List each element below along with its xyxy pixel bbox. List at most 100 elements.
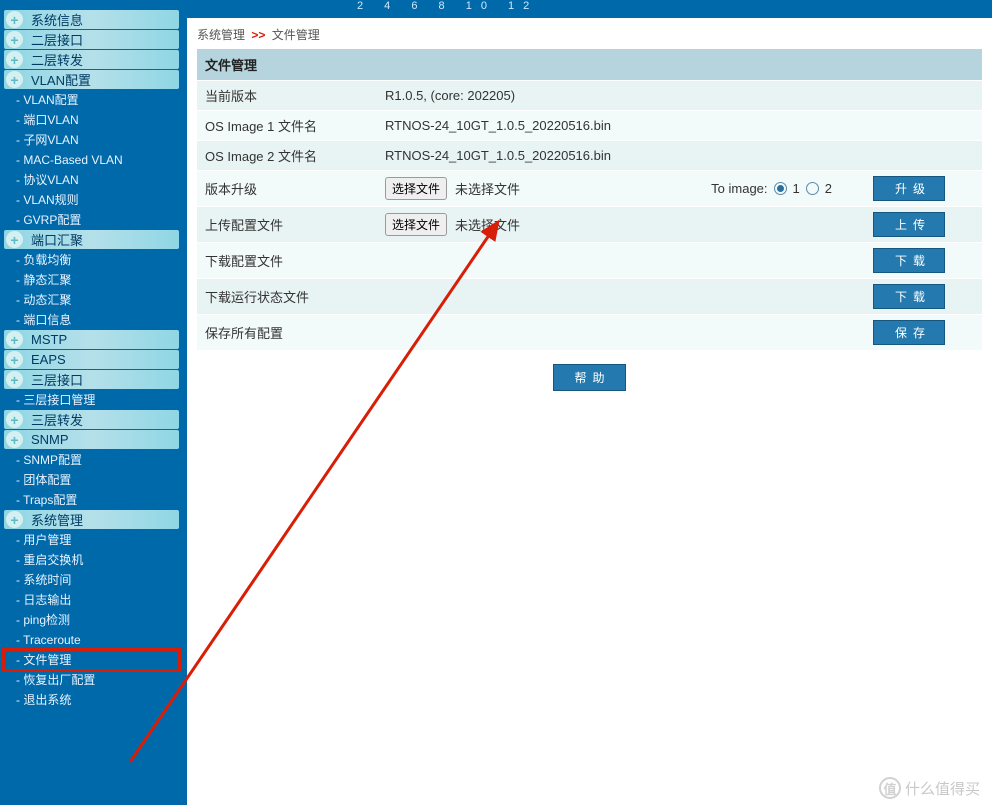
row-dl-cfg: 下载配置文件 下载 xyxy=(197,242,982,278)
nav-label: VLAN配置 xyxy=(31,70,91,89)
plus-icon: + xyxy=(6,431,23,448)
nav-label: 系统管理 xyxy=(31,510,83,529)
nav-sub-vlan-5[interactable]: - VLAN规则 xyxy=(4,190,179,210)
nav-label: 系统信息 xyxy=(31,10,83,29)
label-upload: 上传配置文件 xyxy=(205,215,385,234)
panel-title: 文件管理 xyxy=(197,49,982,80)
file-mgmt-panel: 文件管理 当前版本 R1.0.5, (core: 202205) OS Imag… xyxy=(197,49,982,350)
nav-sub-sys-5[interactable]: - Traceroute xyxy=(4,630,179,650)
row-upgrade: 版本升级 选择文件 未选择文件 To image: 1 2 升级 xyxy=(197,170,982,206)
nav-label: MSTP xyxy=(31,332,67,347)
value-current-version: R1.0.5, (core: 202205) xyxy=(385,88,844,103)
nav-header-l2if[interactable]: +二层接口 xyxy=(4,30,179,49)
nav-sub-snmp-0[interactable]: - SNMP配置 xyxy=(4,450,179,470)
download-run-button[interactable]: 下载 xyxy=(873,284,945,309)
label-os2: OS Image 2 文件名 xyxy=(205,146,385,165)
nav-label: 三层转发 xyxy=(31,410,83,429)
nav-label: 端口汇聚 xyxy=(31,230,83,249)
radio-image-2[interactable] xyxy=(806,182,819,195)
nav-sub-vlan-1[interactable]: - 端口VLAN xyxy=(4,110,179,130)
watermark: 值 什么值得买 xyxy=(879,777,980,799)
nav-header-l2fw[interactable]: + 二层转发 xyxy=(4,50,179,69)
nav-sub-snmp-1[interactable]: - 团体配置 xyxy=(4,470,179,490)
breadcrumb-current: 文件管理 xyxy=(272,28,320,42)
help-row: 帮助 xyxy=(187,364,992,391)
nav-sub-sys-8[interactable]: - 退出系统 xyxy=(4,690,179,710)
breadcrumb: 系统管理 >> 文件管理 xyxy=(187,18,992,49)
nav-label: 二层转发 xyxy=(31,50,83,69)
upgrade-button[interactable]: 升级 xyxy=(873,176,945,201)
nav-header-link[interactable]: + 端口汇聚 xyxy=(4,230,179,249)
nav-sub-vlan-3[interactable]: - MAC-Based VLAN xyxy=(4,150,179,170)
nav-header-l3fw[interactable]: + 三层转发 xyxy=(4,410,179,429)
nav-header-snmp[interactable]: + SNMP xyxy=(4,430,179,449)
label-os1: OS Image 1 文件名 xyxy=(205,116,385,135)
plus-icon: + xyxy=(6,371,23,388)
port-ruler: 2 4 6 8 10 12 xyxy=(187,0,992,18)
help-button[interactable]: 帮助 xyxy=(553,364,625,391)
no-file-upload: 未选择文件 xyxy=(455,215,520,234)
nav-sub-link-3[interactable]: - 端口信息 xyxy=(4,310,179,330)
plus-icon: + xyxy=(6,71,23,88)
choose-file-button-upload[interactable]: 选择文件 xyxy=(385,213,447,236)
nav-header-eaps[interactable]: + EAPS xyxy=(4,350,179,369)
nav-sub-vlan-4[interactable]: - 协议VLAN xyxy=(4,170,179,190)
nav-sub-sys-7[interactable]: - 恢复出厂配置 xyxy=(4,670,179,690)
nav-label: EAPS xyxy=(31,352,66,367)
radio-image-1[interactable] xyxy=(774,182,787,195)
breadcrumb-sep: >> xyxy=(251,28,265,42)
plus-icon: + xyxy=(6,231,23,248)
label-save: 保存所有配置 xyxy=(205,323,385,342)
radio-label-1: 1 xyxy=(793,181,800,196)
to-image-label: To image: xyxy=(711,181,767,196)
nav-sub-link-2[interactable]: - 动态汇聚 xyxy=(4,290,179,310)
nav-sub-l3if-0[interactable]: - 三层接口管理 xyxy=(4,390,179,410)
upload-button[interactable]: 上传 xyxy=(873,212,945,237)
row-os2: OS Image 2 文件名 RTNOS-24_10GT_1.0.5_20220… xyxy=(197,140,982,170)
nav-header-sysinfo[interactable]: + 系统信息 xyxy=(4,10,179,29)
value-os1: RTNOS-24_10GT_1.0.5_20220516.bin xyxy=(385,118,844,133)
main-area: 2 4 6 8 10 12 系统管理 >> 文件管理 文件管理 当前版本 R1.… xyxy=(183,0,992,805)
nav-sub-sys-1[interactable]: - 重启交换机 xyxy=(4,550,179,570)
nav-sub-sys-3[interactable]: - 日志输出 xyxy=(4,590,179,610)
no-file-upgrade: 未选择文件 xyxy=(455,179,520,198)
row-upload: 上传配置文件 选择文件 未选择文件 上传 xyxy=(197,206,982,242)
nav-sub-link-1[interactable]: - 静态汇聚 xyxy=(4,270,179,290)
plus-icon: + xyxy=(6,411,23,428)
nav-header-mstp[interactable]: + MSTP xyxy=(4,330,179,349)
sidebar: + 系统信息 +二层接口 + 二层转发 + VLAN配置 - VLAN配置 - 端口V… xyxy=(0,0,183,805)
value-os2: RTNOS-24_10GT_1.0.5_20220516.bin xyxy=(385,148,844,163)
nav-label: SNMP xyxy=(31,432,69,447)
row-current-version: 当前版本 R1.0.5, (core: 202205) xyxy=(197,80,982,110)
radio-label-2: 2 xyxy=(825,181,832,196)
nav-sub-vlan-2[interactable]: - 子网VLAN xyxy=(4,130,179,150)
nav-header-vlan[interactable]: + VLAN配置 xyxy=(4,70,179,89)
row-save: 保存所有配置 保存 xyxy=(197,314,982,350)
save-button[interactable]: 保存 xyxy=(873,320,945,345)
label-dl-run: 下载运行状态文件 xyxy=(205,287,385,306)
plus-icon: + xyxy=(6,11,23,28)
watermark-text: 什么值得买 xyxy=(905,778,980,799)
label-current-version: 当前版本 xyxy=(205,86,385,105)
breadcrumb-parent: 系统管理 xyxy=(197,28,245,42)
nav-sub-vlan-6[interactable]: - GVRP配置 xyxy=(4,210,179,230)
nav-sub-sys-4[interactable]: - ping检测 xyxy=(4,610,179,630)
nav-header-l3if[interactable]: + 三层接口 xyxy=(4,370,179,389)
nav-sub-link-0[interactable]: - 负载均衡 xyxy=(4,250,179,270)
plus-icon: + xyxy=(6,51,23,68)
plus-icon: + xyxy=(6,31,23,48)
plus-icon: + xyxy=(6,331,23,348)
nav-sub-sys-2[interactable]: - 系统时间 xyxy=(4,570,179,590)
nav-header-sysmgmt[interactable]: +系统管理 xyxy=(4,510,179,529)
nav-sub-sys-0[interactable]: - 用户管理 xyxy=(4,530,179,550)
nav-sub-snmp-2[interactable]: - Traps配置 xyxy=(4,490,179,510)
row-os1: OS Image 1 文件名 RTNOS-24_10GT_1.0.5_20220… xyxy=(197,110,982,140)
plus-icon: + xyxy=(6,351,23,368)
to-image-group: To image: 1 2 xyxy=(711,181,832,196)
row-dl-run: 下载运行状态文件 下载 xyxy=(197,278,982,314)
choose-file-button-upgrade[interactable]: 选择文件 xyxy=(385,177,447,200)
nav-sub-sys-file-mgmt[interactable]: - 文件管理 xyxy=(4,650,179,670)
download-cfg-button[interactable]: 下载 xyxy=(873,248,945,273)
nav-sub-vlan-0[interactable]: - VLAN配置 xyxy=(4,90,179,110)
nav-label: 三层接口 xyxy=(31,370,83,389)
